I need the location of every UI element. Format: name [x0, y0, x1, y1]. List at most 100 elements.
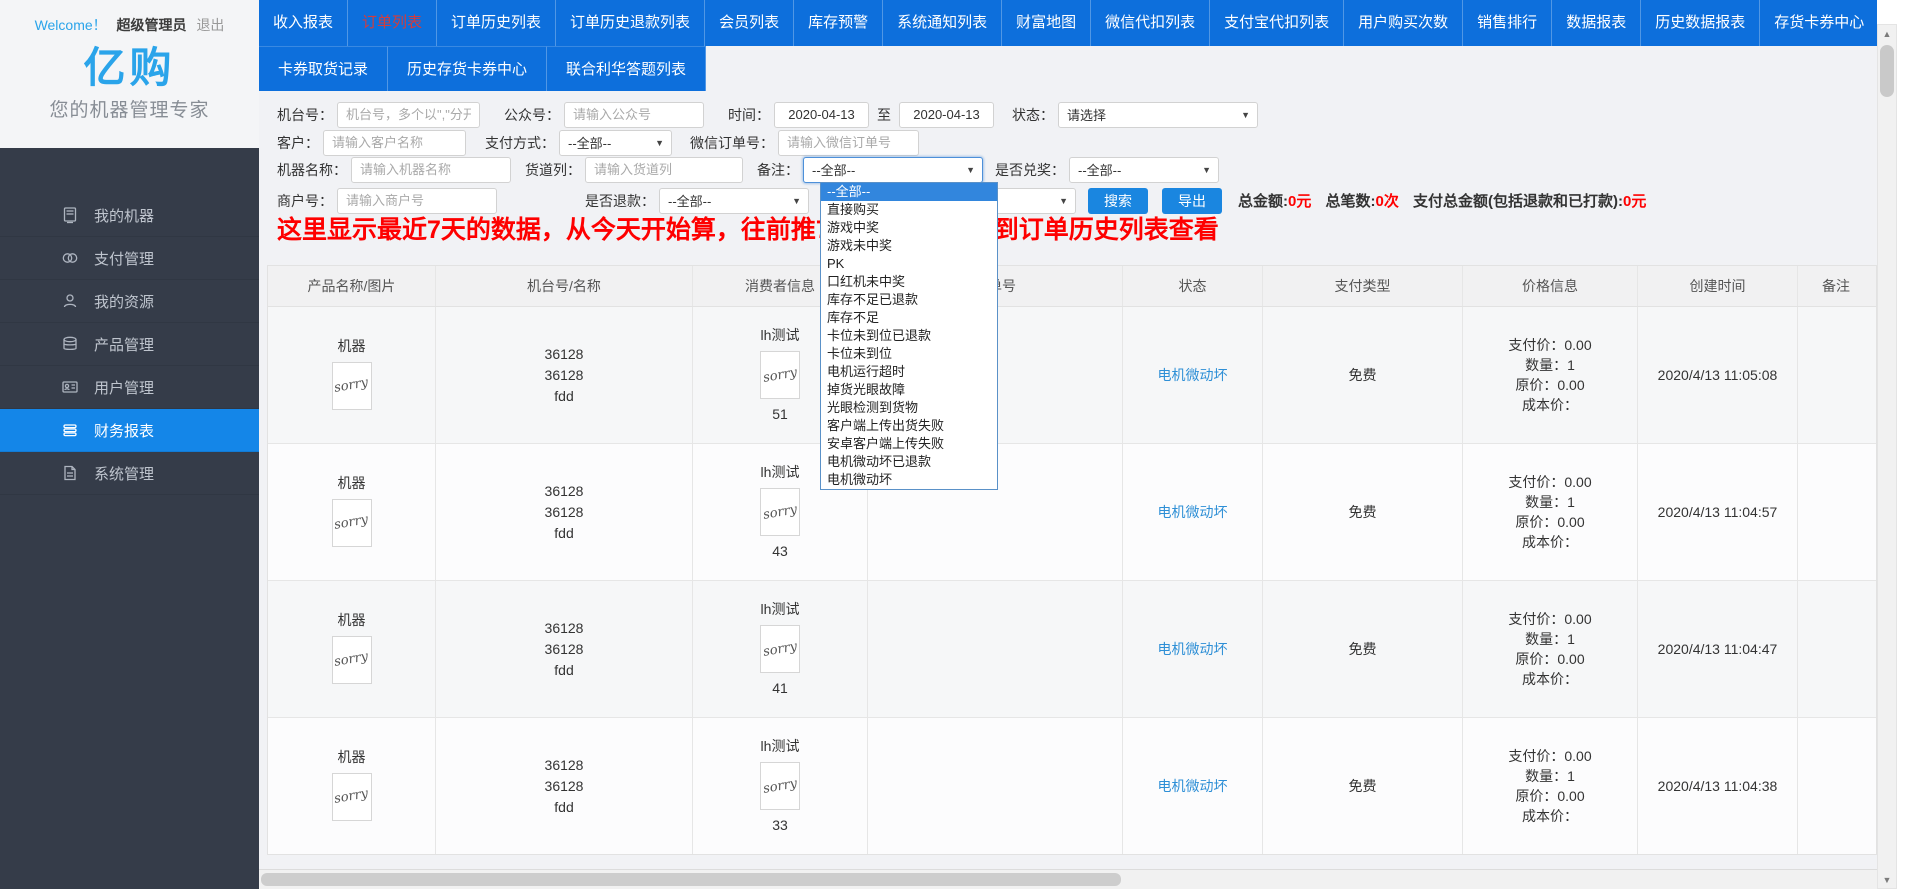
sorry-image-text: sorry: [333, 372, 370, 399]
remark-dropdown-option[interactable]: --全部--: [821, 183, 997, 201]
price-cell: 支付价：0.00 数量：1 原价：0.00 成本价：: [1463, 307, 1638, 443]
remark-dropdown-option[interactable]: 直接购买: [821, 201, 997, 219]
top-nav-tab[interactable]: 用户购买次数: [1344, 0, 1463, 46]
status-link[interactable]: 电机微动坏: [1158, 639, 1228, 660]
remark-dropdown-option[interactable]: 客户端上传出货失败: [821, 417, 997, 435]
top-nav-tab[interactable]: 存货卡券中心: [1760, 0, 1879, 46]
remark-dropdown-option[interactable]: 口红机未中奖: [821, 273, 997, 291]
top-nav-tab[interactable]: 数据报表: [1552, 0, 1641, 46]
machine-name-input[interactable]: [351, 157, 511, 183]
order-no-cell: [868, 718, 1123, 854]
remark-dropdown-option[interactable]: 光眼检测到货物: [821, 399, 997, 417]
machine-cell: 36128 36128 fdd: [436, 307, 693, 443]
channel-input[interactable]: [585, 157, 743, 183]
top-nav-tab[interactable]: 支付宝代扣列表: [1210, 0, 1344, 46]
sorry-image-text: sorry: [333, 646, 370, 673]
wechat-order-input[interactable]: [778, 130, 919, 156]
table-row: 机器 sorry 36128 36128 fdd lh测试: [268, 307, 1876, 444]
sub-nav-tab[interactable]: 卡券取货记录: [259, 46, 388, 91]
sidebar-item-finance-reports[interactable]: 财务报表: [0, 409, 259, 452]
remark-dropdown-option[interactable]: 卡位未到位: [821, 345, 997, 363]
sidebar-item-my-machines[interactable]: 我的机器: [0, 194, 259, 237]
consumer-name: lh测试: [761, 462, 800, 483]
broken-image-placeholder: sorry: [332, 773, 372, 821]
top-nav-tab[interactable]: 财富地图: [1002, 0, 1091, 46]
top-nav-tab[interactable]: 订单历史列表: [437, 0, 556, 46]
sidebar-item-users[interactable]: 用户管理: [0, 366, 259, 409]
remark-dropdown-option[interactable]: 安卓客户端上传失败: [821, 435, 997, 453]
refund-select-value: --全部--: [668, 191, 711, 210]
horizontal-scrollbar-thumb[interactable]: [261, 873, 1121, 886]
caret-down-icon: ▼: [1059, 196, 1068, 206]
sub-nav-tab[interactable]: 联合利华答题列表: [547, 46, 706, 91]
remark-dropdown-option[interactable]: 游戏中奖: [821, 219, 997, 237]
table-header-cell: 创建时间: [1638, 266, 1798, 306]
top-nav-tab[interactable]: 系统通知列表: [883, 0, 1002, 46]
price-cell: 支付价：0.00 数量：1 原价：0.00 成本价：: [1463, 718, 1638, 854]
table-header-cell: 产品名称/图片: [268, 266, 436, 306]
redeem-label: 是否兑奖：: [995, 160, 1065, 180]
machine-no-input[interactable]: [337, 102, 480, 128]
public-no-input[interactable]: [564, 102, 704, 128]
status-link[interactable]: 电机微动坏: [1158, 776, 1228, 797]
remark-dropdown-option[interactable]: 掉货光眼故障: [821, 381, 997, 399]
broken-image-placeholder: sorry: [760, 625, 800, 673]
status-link[interactable]: 电机微动坏: [1158, 365, 1228, 386]
sidebar: Welcome！ 超级管理员 退出 亿购 您的机器管理专家 我的机器 支付管理: [0, 0, 259, 889]
orders-table: 产品名称/图片 机台号/名称 消费者信息 订单号 状态 支付类型 价格信息 创建…: [267, 265, 1877, 855]
price-original: 原价：0.00: [1515, 786, 1584, 806]
machine-no: 36128: [545, 481, 584, 502]
date-from-input[interactable]: [774, 102, 869, 128]
price-qty: 数量：1: [1525, 355, 1575, 375]
top-nav-tab[interactable]: 会员列表: [705, 0, 794, 46]
remark-dropdown-option[interactable]: 库存不足: [821, 309, 997, 327]
sub-nav-tab[interactable]: 历史存货卡券中心: [388, 46, 547, 91]
created-time-cell: 2020/4/13 11:04:38: [1638, 718, 1798, 854]
public-no-label: 公众号：: [504, 105, 560, 125]
top-nav-tab[interactable]: 销售排行: [1463, 0, 1552, 46]
sidebar-item-label: 用户管理: [94, 377, 154, 398]
remark-dropdown-option[interactable]: 卡位未到位已退款: [821, 327, 997, 345]
remark-dropdown-option[interactable]: 电机微动坏已退款: [821, 453, 997, 471]
broken-image-placeholder: sorry: [332, 362, 372, 410]
sidebar-item-my-resources[interactable]: 我的资源: [0, 280, 259, 323]
status-select[interactable]: 请选择 ▼: [1058, 102, 1258, 128]
broken-image-placeholder: sorry: [332, 499, 372, 547]
top-nav-tab[interactable]: 订单列表: [348, 0, 437, 46]
remark-dropdown-option[interactable]: 电机微动坏: [821, 471, 997, 489]
sidebar-item-products[interactable]: 产品管理: [0, 323, 259, 366]
merchant-label: 商户号：: [277, 191, 333, 211]
scroll-down-arrow-icon[interactable]: ▼: [1878, 871, 1896, 888]
status-link[interactable]: 电机微动坏: [1158, 502, 1228, 523]
product-cell: 机器 sorry: [268, 718, 436, 854]
sorry-image-text: sorry: [333, 783, 370, 810]
sidebar-item-label: 我的资源: [94, 291, 154, 312]
remark-dropdown-option[interactable]: 电机运行超时: [821, 363, 997, 381]
top-nav-tab[interactable]: 微信代扣列表: [1091, 0, 1210, 46]
consumer-id: 33: [772, 815, 788, 836]
vertical-scrollbar[interactable]: ▲ ▼: [1877, 24, 1897, 889]
top-nav-tab[interactable]: 收入报表: [259, 0, 348, 46]
customer-input[interactable]: [323, 130, 466, 156]
remark-cell: [1798, 307, 1874, 443]
scroll-up-arrow-icon[interactable]: ▲: [1878, 25, 1896, 42]
sidebar-item-payment[interactable]: 支付管理: [0, 237, 259, 280]
logout-link[interactable]: 退出: [196, 17, 224, 33]
pay-type-cell: 免费: [1263, 718, 1463, 854]
vertical-scrollbar-thumb[interactable]: [1880, 45, 1894, 97]
status-cell: 电机微动坏: [1123, 718, 1263, 854]
pay-method-select[interactable]: --全部-- ▼: [559, 130, 672, 156]
top-nav-tab[interactable]: 订单历史退款列表: [556, 0, 705, 46]
channel-label: 货道列：: [525, 160, 581, 180]
sidebar-item-system[interactable]: 系统管理: [0, 452, 259, 495]
redeem-select[interactable]: --全部-- ▼: [1069, 157, 1219, 183]
top-nav-tab[interactable]: 历史数据报表: [1641, 0, 1760, 46]
date-to-input[interactable]: [899, 102, 994, 128]
top-nav-tab[interactable]: 库存预警: [794, 0, 883, 46]
remark-dropdown-option[interactable]: 库存不足已退款: [821, 291, 997, 309]
horizontal-scrollbar[interactable]: [259, 869, 1877, 889]
remark-dropdown-option[interactable]: 游戏未中奖: [821, 237, 997, 255]
remark-select[interactable]: --全部-- ▼: [803, 157, 983, 183]
remark-dropdown-option[interactable]: PK: [821, 255, 997, 273]
remark-cell: [1798, 581, 1874, 717]
